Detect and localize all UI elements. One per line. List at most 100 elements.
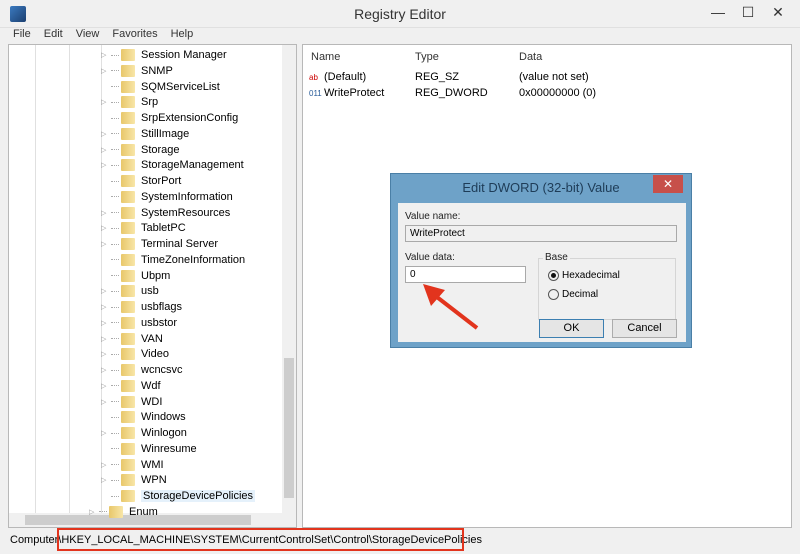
expand-arrow-icon[interactable]: ▷ bbox=[101, 366, 111, 374]
menu-file[interactable]: File bbox=[13, 28, 31, 40]
column-data[interactable]: Data bbox=[519, 51, 542, 63]
expand-arrow-icon[interactable]: ▷ bbox=[101, 461, 111, 469]
tree-item[interactable]: StorageDevicePolicies bbox=[101, 488, 256, 504]
column-type[interactable]: Type bbox=[415, 51, 439, 63]
tree-item-label: Wdf bbox=[141, 379, 161, 392]
menu-help[interactable]: Help bbox=[171, 28, 194, 40]
tree-item[interactable]: ▷ Enum bbox=[89, 504, 158, 520]
folder-icon bbox=[121, 474, 135, 487]
tree-item[interactable]: ▷ Wdf bbox=[101, 378, 161, 394]
expand-arrow-icon[interactable]: ▷ bbox=[89, 508, 99, 516]
tree-item[interactable]: SystemInformation bbox=[101, 189, 233, 205]
tree-item-label: Terminal Server bbox=[141, 238, 219, 250]
tree-item[interactable]: SrpExtensionConfig bbox=[101, 110, 238, 126]
tree-item[interactable]: ▷ usbstor bbox=[101, 315, 177, 331]
tree-item[interactable]: ▷ Session Manager bbox=[101, 47, 227, 63]
tree-item-label: StorageDevicePolicies bbox=[141, 490, 256, 502]
dialog-close-button[interactable]: ✕ bbox=[653, 175, 683, 193]
expand-arrow-icon[interactable]: ▷ bbox=[101, 130, 111, 138]
close-button[interactable]: ✕ bbox=[763, 4, 793, 21]
expand-arrow-icon[interactable]: ▷ bbox=[101, 319, 111, 327]
list-item[interactable]: ab (Default) bbox=[309, 71, 366, 83]
tree-item-label: Session Manager bbox=[141, 49, 227, 61]
list-item[interactable]: 011 WriteProtect bbox=[309, 87, 384, 99]
tree-item[interactable]: ▷ SystemResources bbox=[101, 205, 230, 221]
tree-item[interactable]: ▷ Video bbox=[101, 346, 169, 362]
radio-label: Hexadecimal bbox=[562, 270, 620, 281]
expand-arrow-icon[interactable]: ▷ bbox=[101, 209, 111, 217]
tree-item[interactable]: SQMServiceList bbox=[101, 79, 220, 95]
expand-arrow-icon[interactable]: ▷ bbox=[101, 67, 111, 75]
folder-icon bbox=[121, 348, 135, 361]
tree-item[interactable]: ▷ StillImage bbox=[101, 126, 189, 142]
menu-view[interactable]: View bbox=[76, 28, 100, 40]
folder-icon bbox=[121, 458, 135, 471]
expand-arrow-icon[interactable]: ▷ bbox=[101, 161, 111, 169]
cancel-button[interactable]: Cancel bbox=[612, 319, 677, 338]
tree-item[interactable]: ▷ Storage bbox=[101, 142, 180, 158]
value-data: 0x00000000 (0) bbox=[519, 87, 597, 99]
tree-item-label: usbflags bbox=[141, 301, 182, 313]
registry-tree[interactable]: ▷ Session Manager ▷ SNMP SQMServiceList ▷ Srp S… bbox=[8, 44, 297, 528]
tree-item[interactable]: ▷ Terminal Server bbox=[101, 236, 218, 252]
tree-item[interactable]: ▷ usbflags bbox=[101, 299, 182, 315]
tree-item[interactable]: Winresume bbox=[101, 441, 197, 457]
tree-item[interactable]: ▷ WMI bbox=[101, 457, 164, 473]
tree-item[interactable]: ▷ TabletPC bbox=[101, 220, 186, 236]
tree-item[interactable]: ▷ SNMP bbox=[101, 63, 173, 79]
folder-icon bbox=[121, 253, 135, 266]
menu-edit[interactable]: Edit bbox=[44, 28, 63, 40]
folder-icon bbox=[121, 379, 135, 392]
expand-arrow-icon[interactable]: ▷ bbox=[101, 335, 111, 343]
dialog-title: Edit DWORD (32-bit) Value bbox=[462, 180, 620, 195]
tree-item[interactable]: Ubpm bbox=[101, 268, 170, 284]
hexadecimal-radio[interactable]: Hexadecimal bbox=[548, 270, 620, 281]
ok-button[interactable]: OK bbox=[539, 319, 604, 338]
tree-item-label: SrpExtensionConfig bbox=[141, 112, 239, 124]
folder-icon bbox=[121, 442, 135, 455]
tree-item-label: wcncsvc bbox=[141, 364, 183, 376]
window-title: Registry Editor bbox=[354, 6, 446, 22]
expand-arrow-icon[interactable]: ▷ bbox=[101, 429, 111, 437]
string-value-icon: ab bbox=[309, 72, 318, 82]
tree-item[interactable]: ▷ Winlogon bbox=[101, 425, 187, 441]
expand-arrow-icon[interactable]: ▷ bbox=[101, 51, 111, 59]
expand-arrow-icon[interactable]: ▷ bbox=[101, 287, 111, 295]
scroll-thumb[interactable] bbox=[284, 358, 294, 498]
folder-icon bbox=[121, 175, 135, 187]
expand-arrow-icon[interactable]: ▷ bbox=[101, 98, 111, 106]
folder-icon bbox=[121, 332, 135, 345]
expand-arrow-icon[interactable]: ▷ bbox=[101, 240, 111, 248]
decimal-radio[interactable]: Decimal bbox=[548, 289, 598, 300]
tree-item-label: TimeZoneInformation bbox=[141, 253, 246, 266]
column-name[interactable]: Name bbox=[311, 51, 340, 63]
expand-arrow-icon[interactable]: ▷ bbox=[101, 476, 111, 484]
folder-icon bbox=[121, 159, 135, 172]
tree-item[interactable]: TimeZoneInformation bbox=[101, 252, 245, 268]
minimize-button[interactable]: — bbox=[703, 4, 733, 20]
tree-item-label: SystemInformation bbox=[141, 190, 233, 203]
tree-item[interactable]: ▷ VAN bbox=[101, 331, 163, 347]
tree-item[interactable]: ▷ wcncsvc bbox=[101, 362, 183, 378]
expand-arrow-icon[interactable]: ▷ bbox=[101, 350, 111, 358]
expand-arrow-icon[interactable]: ▷ bbox=[101, 303, 111, 311]
expand-arrow-icon[interactable]: ▷ bbox=[101, 382, 111, 390]
maximize-button[interactable]: ☐ bbox=[733, 4, 763, 21]
tree-item[interactable]: ▷ WPN bbox=[101, 472, 167, 488]
tree-item[interactable]: ▷ usb bbox=[101, 283, 159, 299]
tree-vertical-scrollbar[interactable] bbox=[282, 45, 296, 513]
tree-item[interactable]: ▷ WDI bbox=[101, 394, 162, 410]
expand-arrow-icon[interactable]: ▷ bbox=[101, 224, 111, 232]
menu-bar: File Edit View Favorites Help bbox=[0, 28, 800, 44]
tree-item[interactable]: Windows bbox=[101, 409, 186, 425]
tree-item[interactable]: ▷ StorageManagement bbox=[101, 157, 244, 173]
expand-arrow-icon[interactable]: ▷ bbox=[101, 146, 111, 154]
menu-favorites[interactable]: Favorites bbox=[112, 28, 157, 40]
red-arrow-annotation bbox=[423, 284, 479, 330]
expand-arrow-icon[interactable]: ▷ bbox=[101, 398, 111, 406]
binary-value-icon: 011 bbox=[309, 88, 322, 98]
tree-item[interactable]: StorPort bbox=[101, 173, 181, 189]
value-type: REG_SZ bbox=[415, 71, 460, 83]
value-data-label: Value data: bbox=[405, 252, 455, 263]
tree-item[interactable]: ▷ Srp bbox=[101, 94, 158, 110]
